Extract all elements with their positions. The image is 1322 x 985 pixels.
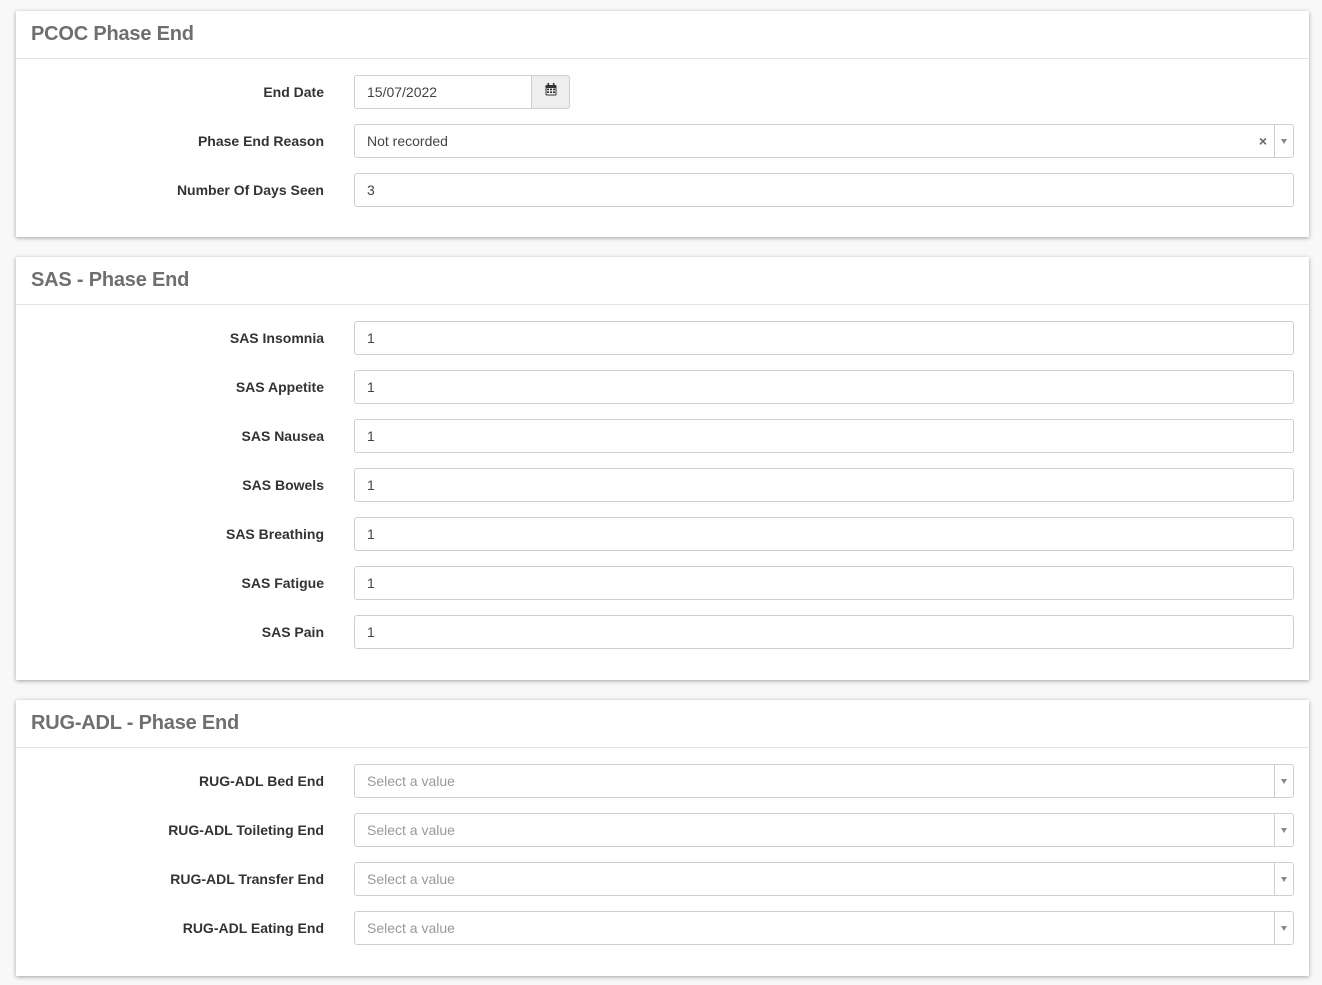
sas-bowels-label: SAS Bowels <box>242 477 324 493</box>
rug-transfer-label: RUG-ADL Transfer End <box>170 871 324 887</box>
sas-breathing-label: SAS Breathing <box>225 526 324 542</box>
rug-bed-select[interactable]: Select a value <box>354 764 1294 798</box>
sas-nausea-row: SAS Nausea <box>16 419 1309 453</box>
panel-header: SAS - Phase End <box>16 257 1309 305</box>
phase-end-reason-row: Phase End Reason Not recorded × <box>16 124 1309 158</box>
rug-eating-select[interactable]: Select a value <box>354 911 1294 945</box>
rug-toileting-label: RUG-ADL Toileting End <box>168 822 324 838</box>
chevron-down-icon[interactable] <box>1274 765 1293 797</box>
rug-eating-placeholder: Select a value <box>367 920 455 936</box>
sas-insomnia-input[interactable] <box>354 321 1294 355</box>
chevron-down-icon[interactable] <box>1274 125 1293 157</box>
sas-appetite-input[interactable] <box>354 370 1294 404</box>
panel-title: PCOC Phase End <box>31 23 194 45</box>
panel-header: RUG-ADL - Phase End <box>16 700 1309 748</box>
sas-fatigue-row: SAS Fatigue <box>16 566 1309 600</box>
end-date-picker <box>354 75 570 109</box>
end-date-row: End Date <box>16 75 1309 109</box>
sas-pain-label: SAS Pain <box>261 624 324 640</box>
chevron-down-icon[interactable] <box>1274 814 1293 846</box>
sas-nausea-input[interactable] <box>354 419 1294 453</box>
panel-header: PCOC Phase End <box>16 11 1309 59</box>
rug-bed-placeholder: Select a value <box>367 773 455 789</box>
sas-fatigue-input[interactable] <box>354 566 1294 600</box>
phase-end-reason-label: Phase End Reason <box>197 133 324 149</box>
phase-end-reason-value: Not recorded <box>367 133 448 149</box>
days-seen-row: Number Of Days Seen <box>16 173 1309 207</box>
rug-toileting-placeholder: Select a value <box>367 822 455 838</box>
phase-end-reason-select[interactable]: Not recorded × <box>354 124 1294 158</box>
sas-appetite-row: SAS Appetite <box>16 370 1309 404</box>
pcoc-phase-end-panel: PCOC Phase End End Date 15/07/2022 Phase… <box>16 11 1309 237</box>
days-seen-label: Number Of Days Seen <box>176 182 324 198</box>
rug-transfer-row: RUG-ADL Transfer End Select a value <box>16 862 1309 896</box>
rug-transfer-placeholder: Select a value <box>367 871 455 887</box>
sas-bowels-row: SAS Bowels <box>16 468 1309 502</box>
sas-pain-input[interactable] <box>354 615 1294 649</box>
calendar-icon <box>545 83 557 101</box>
sas-appetite-label: SAS Appetite <box>235 379 324 395</box>
rug-toileting-row: RUG-ADL Toileting End Select a value <box>16 813 1309 847</box>
rug-eating-label: RUG-ADL Eating End <box>182 920 324 936</box>
sas-breathing-row: SAS Breathing <box>16 517 1309 551</box>
panel-title: SAS - Phase End <box>31 269 190 291</box>
rug-transfer-select[interactable]: Select a value <box>354 862 1294 896</box>
sas-phase-end-panel: SAS - Phase End SAS Insomnia SAS Appetit… <box>16 257 1309 680</box>
sas-insomnia-label: SAS Insomnia <box>229 330 324 346</box>
rug-toileting-select[interactable]: Select a value <box>354 813 1294 847</box>
sas-insomnia-row: SAS Insomnia <box>16 321 1309 355</box>
chevron-down-icon[interactable] <box>1274 912 1293 944</box>
sas-breathing-input[interactable] <box>354 517 1294 551</box>
close-icon[interactable]: × <box>1259 125 1267 157</box>
rug-bed-label: RUG-ADL Bed End <box>199 773 324 789</box>
sas-nausea-label: SAS Nausea <box>241 428 324 444</box>
sas-fatigue-label: SAS Fatigue <box>241 575 324 591</box>
rug-bed-row: RUG-ADL Bed End Select a value <box>16 764 1309 798</box>
end-date-input[interactable] <box>354 75 532 109</box>
rug-adl-phase-end-panel: RUG-ADL - Phase End RUG-ADL Bed End Sele… <box>16 700 1309 976</box>
calendar-button[interactable] <box>531 75 570 109</box>
sas-pain-row: SAS Pain <box>16 615 1309 649</box>
panel-title: RUG-ADL - Phase End <box>31 712 240 734</box>
rug-eating-row: RUG-ADL Eating End Select a value <box>16 911 1309 945</box>
days-seen-input[interactable] <box>354 173 1294 207</box>
chevron-down-icon[interactable] <box>1274 863 1293 895</box>
sas-bowels-input[interactable] <box>354 468 1294 502</box>
end-date-label: End Date <box>263 84 324 100</box>
